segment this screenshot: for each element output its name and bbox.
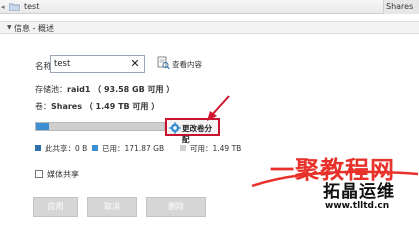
media-share-checkbox[interactable] xyxy=(35,170,43,178)
delete-button[interactable]: 删除 xyxy=(146,197,206,217)
close-icon[interactable]: ✕ xyxy=(128,57,142,71)
section-header-info[interactable]: ▼ 信息 - 概述 xyxy=(0,21,419,34)
legend-available: 可用：1.49 TB xyxy=(180,143,241,154)
legend-this-share: 此共享：0 B xyxy=(35,143,87,154)
storage-pool-label: 存储池： xyxy=(35,85,67,94)
annotation-arrow-icon xyxy=(207,95,230,121)
section-title: 信息 - 概述 xyxy=(14,24,54,33)
folder-icon xyxy=(9,3,20,11)
cancel-button[interactable]: 取消 xyxy=(87,197,137,217)
gear-icon xyxy=(169,122,181,134)
usage-bar xyxy=(35,122,165,131)
top-bar: ◂ test Shares xyxy=(0,0,419,14)
view-content-link[interactable]: 查看内容 xyxy=(172,59,202,70)
media-share-label: 媒体共享 xyxy=(47,170,79,179)
apply-button[interactable]: 应用 xyxy=(33,197,78,217)
volume-label: 卷： xyxy=(35,102,51,111)
collapse-arrow-icon[interactable]: ◂ xyxy=(1,3,5,11)
usage-bar-fill xyxy=(36,123,49,130)
share-title: test xyxy=(24,2,40,11)
change-volume-label: 更改卷分配 xyxy=(182,124,212,144)
volume-info: 卷：Shares （ 1.49 TB 可用 ） xyxy=(35,101,159,112)
volume-value: Shares （ 1.49 TB 可用 ） xyxy=(51,102,160,111)
watermark-text-2: 拓晶运维 xyxy=(323,182,395,202)
legend-this-share-label: 此共享：0 B xyxy=(45,144,88,153)
legend-swatch xyxy=(92,145,98,151)
document-icon[interactable] xyxy=(157,56,170,70)
legend-available-label: 可用：1.49 TB xyxy=(190,144,242,153)
legend-swatch xyxy=(35,145,41,151)
legend-used: 已用：171.87 GB xyxy=(92,143,164,154)
storage-pool-info: 存储池：raid1 （ 93.58 GB 可用 ） xyxy=(35,84,174,95)
storage-pool-value: raid1 （ 93.58 GB 可用 ） xyxy=(67,85,175,94)
tab-divider xyxy=(383,0,384,14)
tab-shares[interactable]: Shares xyxy=(386,2,413,11)
legend-swatch xyxy=(180,145,186,151)
watermark-url: www.tlltd.cn xyxy=(325,201,390,211)
legend-used-label: 已用：171.87 GB xyxy=(102,144,165,153)
caret-down-icon: ▼ xyxy=(7,24,12,31)
